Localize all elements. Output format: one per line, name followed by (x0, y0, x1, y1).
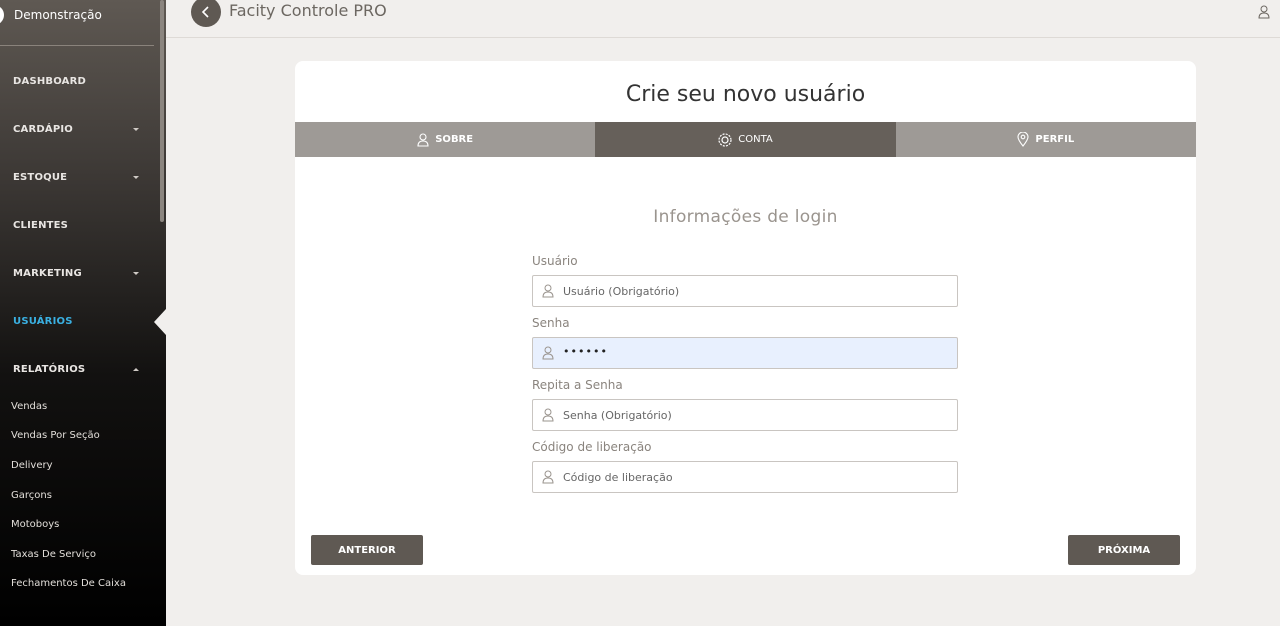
sidebar-item-label: CARDÁPIO (13, 123, 73, 135)
sidebar-subitem-motoboys[interactable]: Motoboys (11, 519, 59, 530)
location-pin-icon (1017, 132, 1029, 147)
chevron-left-icon (201, 6, 209, 18)
page-title: Facity Controle PRO (229, 1, 387, 20)
sidebar-subitem-vendas-por-secao[interactable]: Vendas Por Seção (11, 430, 100, 441)
senha-value: •••••• (563, 345, 608, 358)
wizard-card: Crie seu novo usuário SOBRE CONTA PERFIL… (295, 61, 1196, 575)
chevron-up-icon (133, 367, 139, 371)
sidebar-item-label: USUÁRIOS (13, 315, 73, 327)
sidebar-scrollbar[interactable] (160, 0, 164, 222)
usuario-placeholder: Usuário (Obrigatório) (563, 285, 680, 298)
sidebar-item-dashboard[interactable]: DASHBOARD (0, 68, 154, 94)
back-button[interactable] (191, 0, 221, 27)
tab-conta[interactable]: CONTA (595, 122, 896, 157)
user-icon (417, 132, 429, 147)
sidebar-subitem-vendas[interactable]: Vendas (11, 401, 47, 412)
repita-senha-field[interactable]: Senha (Obrigatório) (532, 399, 958, 431)
usuario-field[interactable]: Usuário (Obrigatório) (532, 275, 958, 307)
sidebar-subitem-fechamentos[interactable]: Fechamentos De Caixa (11, 578, 126, 586)
tab-sobre[interactable]: SOBRE (295, 122, 596, 157)
codigo-label: Código de liberação (532, 440, 652, 454)
sidebar-divider (0, 45, 154, 46)
sidebar-item-label: RELATÓRIOS (13, 363, 86, 375)
sidebar-item-label: CLIENTES (13, 219, 69, 231)
sidebar-item-marketing[interactable]: MARKETING (0, 260, 154, 286)
sidebar-item-label: DASHBOARD (13, 75, 87, 87)
user-icon (542, 284, 554, 298)
previous-button[interactable]: ANTERIOR (311, 535, 423, 565)
sidebar-subitem-delivery[interactable]: Delivery (11, 460, 53, 471)
user-icon (542, 470, 554, 484)
user-name: Demonstração (14, 8, 102, 22)
chevron-down-icon (133, 175, 139, 179)
sidebar-item-estoque[interactable]: ESTOQUE (0, 164, 154, 190)
sidebar-item-cardapio[interactable]: CARDÁPIO (0, 116, 154, 142)
sidebar-item-usuarios[interactable]: USUÁRIOS (0, 308, 154, 334)
wizard-title: Crie seu novo usuário (625, 82, 866, 107)
active-indicator (154, 309, 166, 335)
sidebar-subitem-garcons[interactable]: Garçons (11, 490, 52, 501)
tab-label: PERFIL (1035, 134, 1075, 145)
usuario-label: Usuário (532, 254, 578, 268)
tab-perfil[interactable]: PERFIL (895, 122, 1196, 157)
settings-icon (718, 132, 732, 147)
section-title: Informações de login (653, 207, 838, 227)
sidebar-user[interactable]: Demonstração (0, 0, 154, 34)
chevron-down-icon (133, 127, 139, 131)
sidebar-item-label: ESTOQUE (13, 171, 68, 183)
sidebar-item-relatorios[interactable]: RELATÓRIOS (0, 356, 154, 382)
sidebar-subitem-taxas[interactable]: Taxas De Serviço (11, 549, 96, 560)
user-icon (542, 408, 554, 422)
tab-label: CONTA (738, 134, 773, 145)
next-button[interactable]: PRÓXIMA (1068, 535, 1180, 565)
avatar (0, 5, 4, 25)
chevron-down-icon (133, 271, 139, 275)
codigo-field[interactable]: Código de liberação (532, 461, 958, 493)
user-icon[interactable] (1258, 5, 1270, 19)
sidebar-item-clientes[interactable]: CLIENTES (0, 212, 154, 238)
repita-senha-placeholder: Senha (Obrigatório) (563, 409, 672, 422)
top-bar: Facity Controle PRO (166, 0, 1280, 38)
repita-senha-label: Repita a Senha (532, 378, 623, 392)
sidebar-item-label: MARKETING (13, 267, 82, 279)
codigo-placeholder: Código de liberação (563, 471, 673, 484)
wizard-tabs: SOBRE CONTA PERFIL (295, 122, 1196, 157)
senha-label: Senha (532, 316, 570, 330)
tab-label: SOBRE (435, 134, 474, 145)
senha-field[interactable]: •••••• (532, 337, 958, 369)
sidebar: Demonstração DASHBOARD CARDÁPIO ESTOQUE … (0, 0, 166, 626)
user-icon (542, 346, 554, 360)
